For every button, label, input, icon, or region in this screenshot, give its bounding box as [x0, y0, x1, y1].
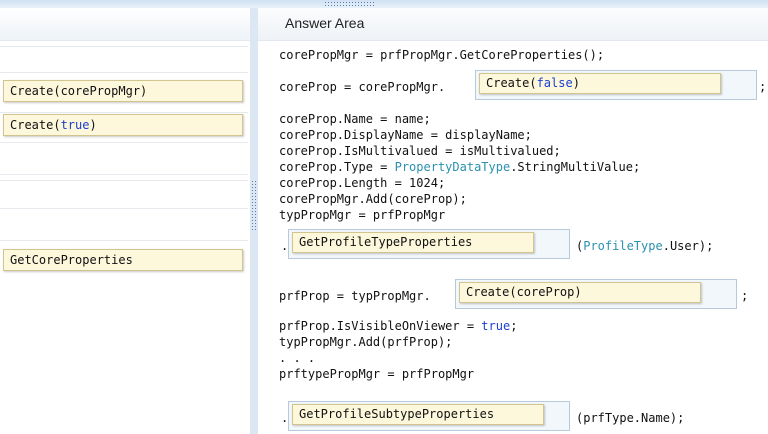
top-border [0, 0, 768, 8]
code-text: coreProp.Type = [279, 160, 395, 174]
code-line: corePropMgr.Add(coreProp); [279, 192, 467, 206]
fragments-pane [0, 8, 251, 434]
code-line: coreProp = corePropMgr. [279, 79, 445, 95]
code-text: prfProp.IsVisibleOnViewer = [279, 319, 482, 333]
fragment-label: ) [89, 118, 97, 132]
drop-target-2[interactable]: GetProfileTypeProperties [288, 229, 570, 259]
code-text: .User); [662, 239, 714, 253]
code-line: coreProp.IsMultivalued = isMultivalued; [279, 144, 561, 158]
slot-divider [0, 180, 248, 181]
slot-divider [0, 142, 248, 143]
code-line: prfProp = typPropMgr. [279, 289, 431, 303]
answer-area-title: Answer Area [285, 15, 365, 31]
slot-divider [0, 208, 248, 209]
fragment-label: GetCoreProperties [10, 253, 133, 267]
code-line: corePropMgr = prfPropMgr.GetCoreProperti… [279, 48, 605, 62]
code-line: prftypePropMgr = prfPropMgr [279, 367, 475, 381]
fragment-create-true[interactable]: Create(true) [3, 114, 243, 136]
placed-fragment-getprofiletypeproperties[interactable]: GetProfileTypeProperties [292, 232, 534, 253]
code-semicolon: ; [759, 80, 767, 94]
code-line: coreProp.DisplayName = displayName; [279, 128, 532, 142]
fragment-keyword: false [536, 76, 573, 90]
slot-divider [0, 240, 248, 241]
code-type: PropertyDataType [394, 160, 511, 174]
fragment-label: ) [572, 76, 580, 90]
drop-target-1[interactable]: Create(false) [475, 70, 757, 100]
answer-area-header: Answer Area [258, 8, 768, 41]
fragments-pane-header [0, 8, 250, 41]
fragment-keyword: true [60, 118, 90, 132]
code-line: . . . [279, 351, 316, 365]
resize-grip-icon[interactable] [324, 1, 374, 7]
code-line: prfProp.IsVisibleOnViewer = true; [279, 318, 517, 334]
code-semicolon: ; [741, 289, 749, 303]
fragment-getcoreproperties[interactable]: GetCoreProperties [3, 249, 243, 271]
code-line: (ProfileType.User); [576, 238, 713, 254]
code-keyword: true [481, 319, 511, 333]
fragment-create-corepropmgr[interactable]: Create(corePropMgr) [3, 80, 243, 102]
fragment-label: Create( [486, 76, 537, 90]
code-text: ; [510, 319, 518, 333]
slot-divider [0, 46, 248, 47]
code-line: coreProp.Name = name; [279, 112, 431, 126]
placed-fragment-create-false[interactable]: Create(false) [479, 73, 721, 94]
code-line: typPropMgr = prfPropMgr [279, 208, 446, 222]
slot-divider [0, 112, 248, 113]
placed-fragment-getprofilesubtypeproperties[interactable]: GetProfileSubtypeProperties [292, 404, 544, 425]
fragment-label: Create(corePropMgr) [10, 84, 148, 98]
code-line: coreProp.Length = 1024; [279, 176, 446, 190]
splitter-grip-icon[interactable] [251, 180, 257, 230]
slot-divider [0, 72, 248, 73]
code-line: typPropMgr.Add(prfProp); [279, 335, 453, 349]
drop-target-4[interactable]: GetProfileSubtypeProperties [288, 401, 570, 431]
code-text: coreProp = corePropMgr. [279, 80, 446, 94]
slot-divider [0, 174, 248, 175]
code-type: ProfileType [583, 239, 663, 253]
drop-target-3[interactable]: Create(coreProp) [455, 279, 737, 309]
fragment-label: Create( [10, 118, 61, 132]
placed-fragment-create-coreprop[interactable]: Create(coreProp) [459, 282, 701, 303]
code-text: .StringMultiValue; [510, 160, 641, 174]
code-line: (prfType.Name); [576, 411, 685, 425]
code-line: coreProp.Type = PropertyDataType.StringM… [279, 159, 640, 175]
